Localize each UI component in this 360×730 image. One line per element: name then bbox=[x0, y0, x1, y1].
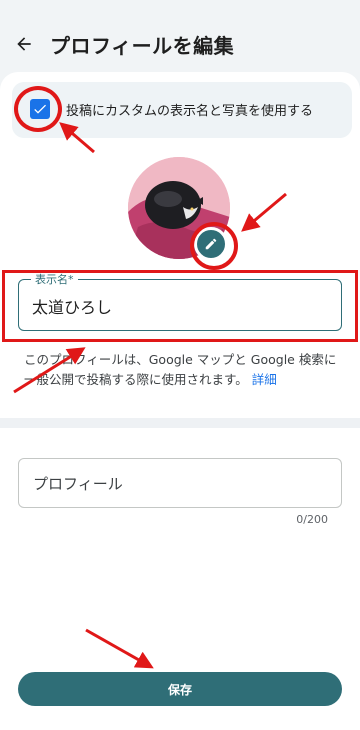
annotation-rect-name bbox=[2, 270, 358, 342]
annotation-circle-checkbox bbox=[14, 86, 62, 132]
app-header: プロフィールを編集 bbox=[0, 0, 360, 80]
page-title: プロフィールを編集 bbox=[50, 34, 235, 58]
save-button[interactable]: 保存 bbox=[18, 672, 342, 706]
custom-name-checkbox-row[interactable]: 投稿にカスタムの表示名と写真を使用する bbox=[12, 82, 352, 138]
section-divider bbox=[0, 418, 360, 428]
profile-placeholder: プロフィール bbox=[33, 475, 123, 493]
profile-field[interactable]: プロフィール bbox=[18, 458, 342, 508]
save-button-label: 保存 bbox=[167, 683, 192, 697]
character-counter: 0/200 bbox=[296, 513, 328, 526]
arrow-left-icon[interactable] bbox=[14, 34, 34, 54]
learn-more-link[interactable]: 詳細 bbox=[252, 372, 277, 387]
description-body: このプロフィールは、Google マップと Google 検索に一般公開で投稿す… bbox=[24, 352, 337, 387]
annotation-circle-edit bbox=[190, 222, 238, 270]
description-text: このプロフィールは、Google マップと Google 検索に一般公開で投稿す… bbox=[24, 350, 344, 390]
checkbox-label: 投稿にカスタムの表示名と写真を使用する bbox=[66, 104, 314, 119]
